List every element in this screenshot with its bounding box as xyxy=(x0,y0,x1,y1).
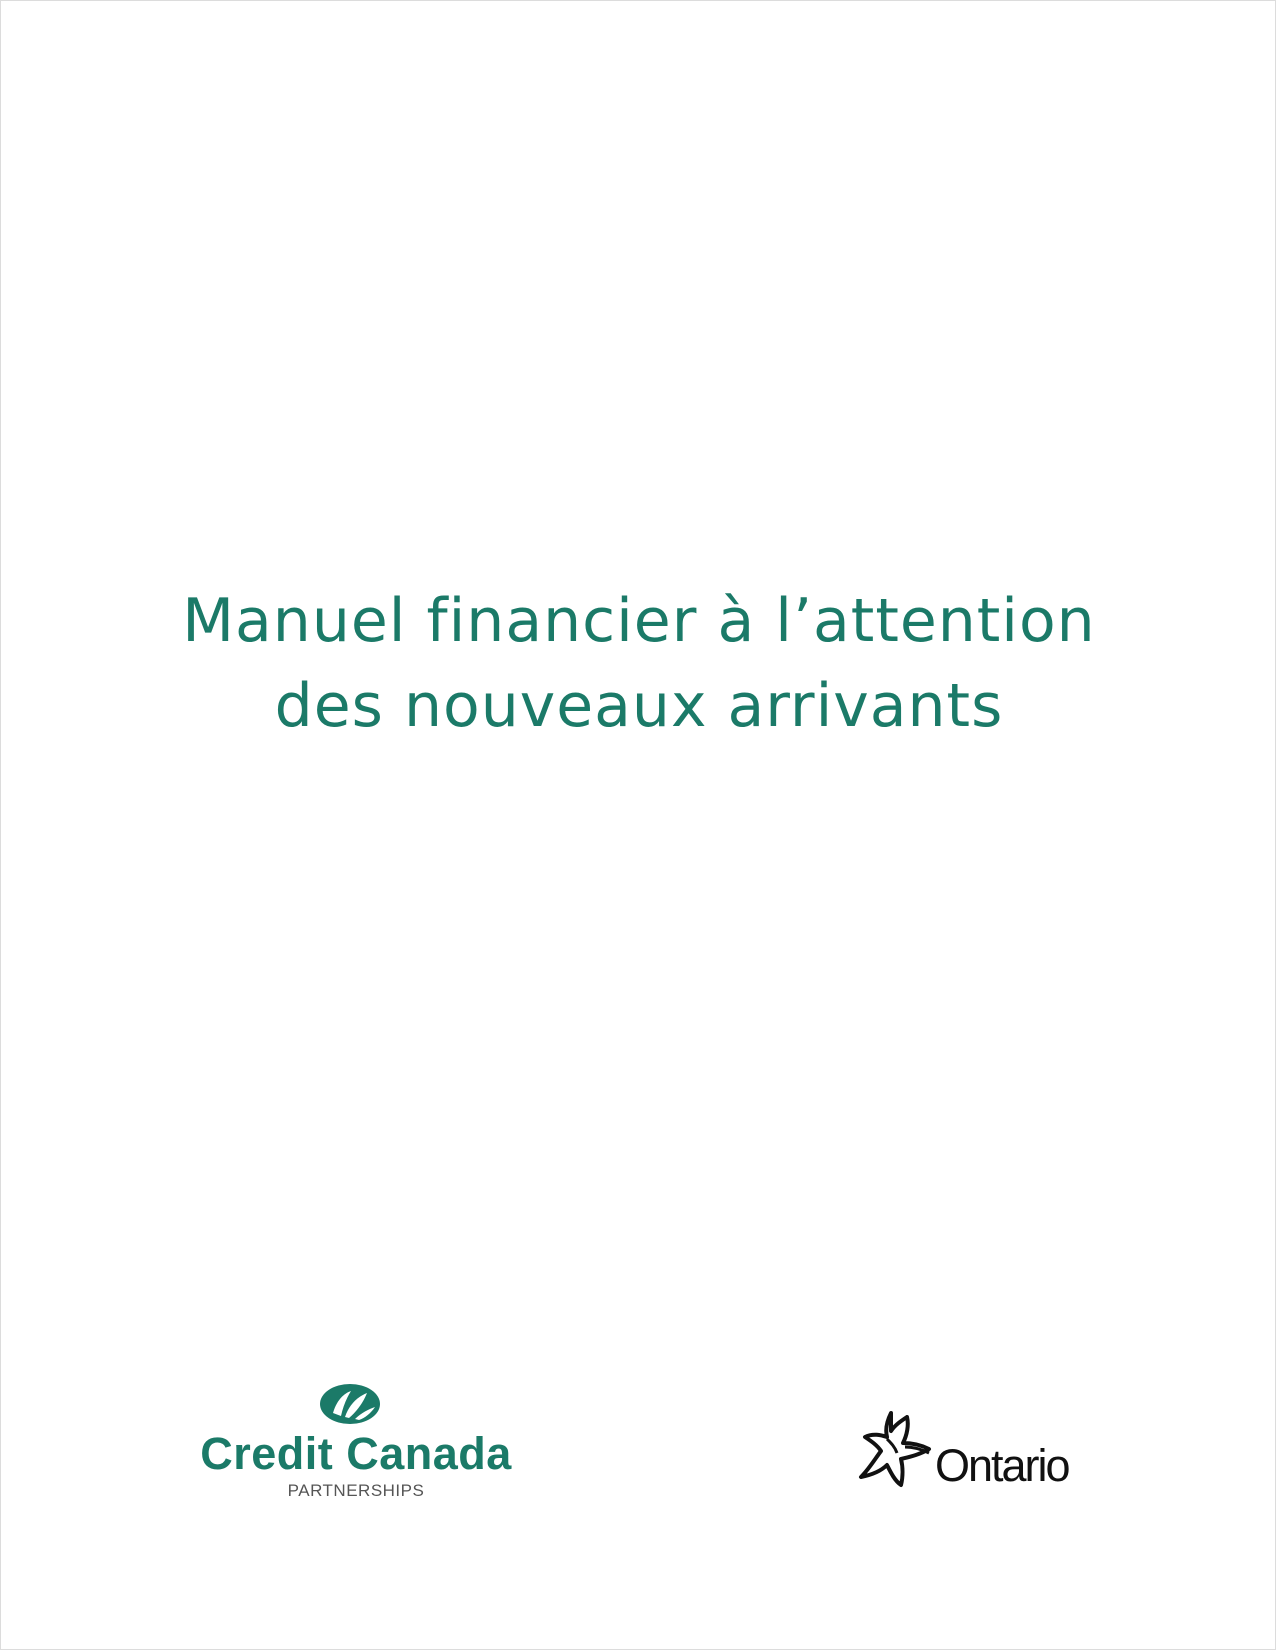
ontario-logo: Ontario xyxy=(857,1405,1097,1495)
leaf-icon xyxy=(320,1384,380,1424)
title-line-2: des nouveaux arrivants xyxy=(274,671,1004,741)
credit-canada-subtitle: PARTNERSHIPS xyxy=(287,1481,425,1500)
title-line-1: Manuel financier à l’attention xyxy=(182,586,1096,656)
trillium-icon xyxy=(859,1411,931,1487)
credit-canada-name: Credit Canada xyxy=(200,1428,512,1479)
credit-canada-logo: Credit Canada PARTNERSHIPS xyxy=(191,1383,521,1507)
page-title: Manuel financier à l’attention des nouve… xyxy=(1,579,1276,749)
document-page: Manuel financier à l’attention des nouve… xyxy=(0,0,1276,1650)
ontario-name: Ontario xyxy=(935,1440,1071,1491)
